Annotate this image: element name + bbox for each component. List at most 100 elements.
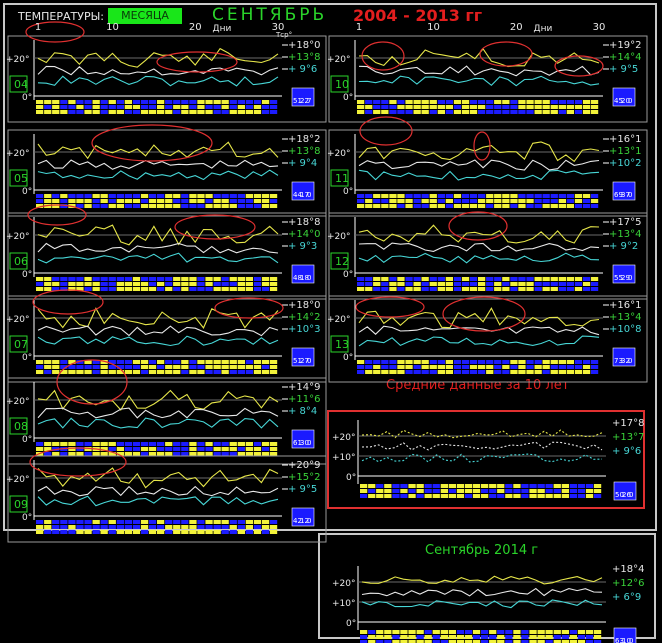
day-bar (360, 635, 368, 639)
day-bar (108, 199, 116, 203)
day-bar (502, 365, 510, 369)
day-bar (197, 204, 205, 208)
day-bar (464, 630, 473, 634)
day-bar (502, 105, 510, 109)
day-bar (52, 100, 60, 104)
max-value-label: +18°8 (288, 217, 320, 228)
day-bar (497, 635, 505, 639)
day-bar (165, 447, 173, 451)
day-bar (389, 370, 397, 374)
day-bar (590, 360, 599, 364)
day-bar (205, 277, 213, 281)
day-bar (440, 489, 448, 493)
day-bar (545, 630, 553, 634)
day-bar (445, 277, 453, 281)
day-bar (357, 277, 365, 281)
day-bar (381, 204, 389, 208)
y-tick-top: +20° (6, 475, 30, 485)
day-bar (400, 484, 408, 488)
day-bar (437, 105, 445, 109)
day-bar (261, 194, 270, 198)
mean-value-label: +14°2 (288, 312, 320, 323)
day-bar (108, 204, 116, 208)
day-bar (373, 277, 381, 281)
day-bar (365, 360, 373, 364)
day-bar (550, 365, 558, 369)
day-bar (181, 100, 189, 104)
day-bar (357, 110, 365, 114)
day-bar (181, 105, 189, 109)
day-bar (502, 194, 510, 198)
day-bar (84, 105, 92, 109)
day-bar (197, 105, 205, 109)
day-bar (558, 204, 566, 208)
day-bar (590, 365, 599, 369)
day-bar (132, 447, 141, 451)
day-bar (392, 630, 400, 634)
day-bar (261, 447, 270, 451)
x-tick-label: 1 (356, 22, 362, 33)
day-bar (437, 287, 445, 291)
day-bar (429, 282, 437, 286)
day-bar (478, 370, 486, 374)
day-bar (140, 530, 149, 534)
day-bar (432, 484, 440, 488)
min-value-label: + 9°2 (609, 241, 638, 252)
day-bar (537, 635, 545, 639)
day-bar (140, 105, 149, 109)
day-bar (76, 194, 84, 198)
day-bar (237, 110, 245, 114)
day-bar (558, 199, 566, 203)
day-bar (478, 360, 486, 364)
day-bar (197, 365, 205, 369)
day-bar (157, 365, 165, 369)
day-bar (173, 520, 181, 524)
day-bar (472, 484, 481, 488)
mean-series-line (358, 242, 600, 252)
day-bar (421, 360, 429, 364)
day-bar (445, 105, 453, 109)
day-bar (456, 494, 465, 498)
day-bar (569, 484, 577, 488)
y-tick-top: +20° (6, 55, 30, 65)
max-series-line (361, 429, 603, 439)
day-bar (357, 360, 365, 364)
day-bar (510, 365, 518, 369)
day-bar (68, 525, 76, 529)
day-bar (397, 105, 405, 109)
day-bar (550, 287, 558, 291)
day-bar (261, 105, 270, 109)
day-bar (165, 365, 173, 369)
day-bar (513, 489, 521, 493)
day-bar (100, 287, 108, 291)
day-bar (108, 530, 116, 534)
day-bar (357, 282, 365, 286)
day-bar (421, 282, 429, 286)
day-bar (461, 100, 470, 104)
day-bar (221, 287, 229, 291)
day-bar (68, 520, 76, 524)
day-bar (52, 365, 60, 369)
day-bar (197, 447, 205, 451)
day-bar (124, 370, 132, 374)
day-bar (269, 447, 278, 451)
day-bar (173, 277, 181, 281)
day-bar (221, 204, 229, 208)
day-bar (416, 630, 424, 634)
day-bar (213, 204, 221, 208)
day-bar (165, 204, 173, 208)
day-bar (513, 630, 521, 634)
day-bar (461, 277, 470, 281)
day-bar (84, 199, 92, 203)
day-bar (189, 194, 197, 198)
day-bar (173, 365, 181, 369)
day-bar (357, 100, 365, 104)
day-bar (245, 442, 253, 446)
day-bar (510, 277, 518, 281)
day-bar (526, 370, 534, 374)
day-bar (437, 204, 445, 208)
day-bar (405, 365, 413, 369)
day-bar (389, 287, 397, 291)
day-bar (229, 105, 237, 109)
day-bar (269, 277, 278, 281)
